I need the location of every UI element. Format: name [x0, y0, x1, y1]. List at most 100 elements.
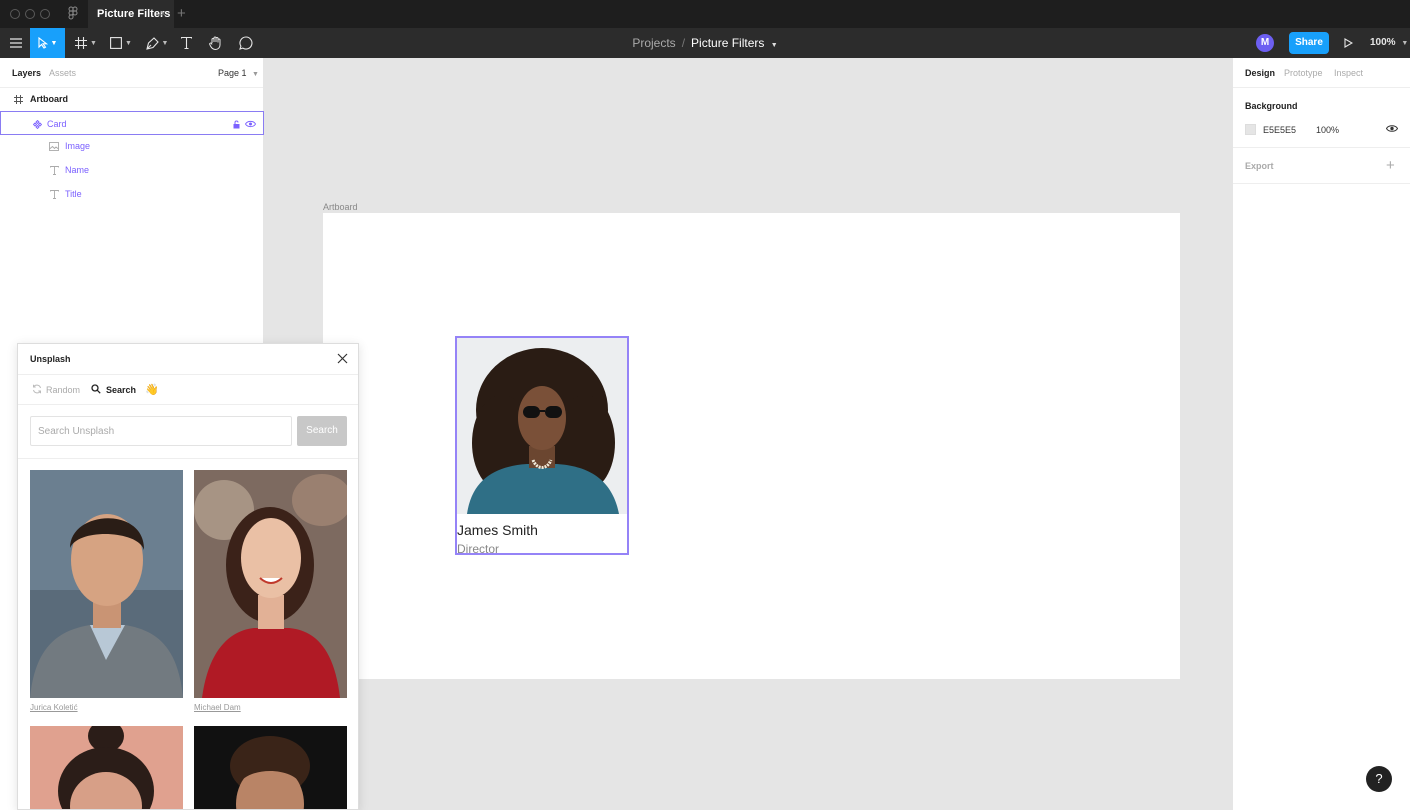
component-icon — [31, 112, 43, 136]
photo-thumbnail[interactable] — [194, 726, 347, 809]
chevron-down-icon[interactable]: ▼ — [771, 42, 778, 49]
share-button[interactable]: Share — [1289, 32, 1329, 54]
plugin-header: Unsplash — [18, 344, 358, 375]
frame-icon — [12, 87, 24, 111]
move-tool-button[interactable]: ▼ — [30, 28, 65, 58]
layers-panel-tabs: Layers Assets Page 1 ▼ — [0, 58, 263, 88]
add-export-button[interactable]: + — [1386, 157, 1395, 174]
layer-title[interactable]: Title — [0, 182, 264, 206]
artboard-label[interactable]: Artboard — [323, 202, 358, 212]
figma-logo-icon[interactable] — [66, 6, 80, 22]
new-tab-button[interactable]: + — [177, 0, 186, 28]
photo-thumbnail[interactable] — [30, 470, 183, 698]
mode-search-label: Search — [106, 385, 137, 395]
waving-hand-icon[interactable]: 👋 — [145, 375, 159, 405]
chevron-down-icon: ▼ — [252, 71, 259, 78]
search-input[interactable] — [30, 416, 292, 446]
properties-tabs: Design Prototype Inspect — [1233, 58, 1410, 88]
background-opacity-value[interactable]: 100% — [1316, 125, 1339, 135]
portrait-photo — [30, 470, 183, 698]
play-icon — [1343, 38, 1353, 48]
eye-icon[interactable] — [1386, 124, 1398, 133]
background-hex-value[interactable]: E5E5E5 — [1263, 125, 1296, 135]
chevron-down-icon: ▼ — [161, 39, 169, 47]
search-button[interactable]: Search — [297, 416, 347, 446]
chevron-down-icon: ▼ — [1401, 40, 1409, 47]
photo-credit-link[interactable]: Jurica Koletić — [30, 703, 78, 712]
zoom-level: 100% — [1370, 37, 1396, 48]
chevron-down-icon: ▼ — [90, 39, 97, 47]
comment-icon — [239, 36, 253, 50]
search-icon — [91, 384, 101, 394]
background-color-swatch[interactable] — [1245, 124, 1256, 135]
background-title: Background — [1245, 101, 1298, 111]
text-icon — [48, 182, 60, 206]
photo-thumbnail[interactable] — [194, 470, 347, 698]
help-button[interactable]: ? — [1366, 766, 1392, 792]
text-tool-button[interactable] — [177, 28, 195, 58]
card-image[interactable] — [457, 338, 627, 514]
close-window-button[interactable] — [10, 9, 20, 19]
title-bar: Picture Filters × + — [0, 0, 1410, 28]
card-title[interactable]: Director — [457, 542, 499, 556]
layer-card[interactable]: Card — [0, 111, 264, 135]
text-icon — [180, 37, 192, 49]
zoom-menu[interactable]: 100% ▼ — [1370, 28, 1408, 59]
tab-layers[interactable]: Layers — [12, 58, 41, 88]
page-selector[interactable]: Page 1 ▼ — [218, 58, 259, 90]
plugin-search-row: Search — [18, 405, 358, 459]
maximize-window-button[interactable] — [40, 9, 50, 19]
breadcrumb-projects[interactable]: Projects — [632, 36, 675, 50]
pen-tool-button[interactable]: ▼ — [143, 28, 171, 58]
layer-label: Artboard — [30, 94, 68, 104]
hand-tool-button[interactable] — [206, 28, 226, 58]
eye-icon[interactable] — [244, 112, 256, 136]
cursor-icon — [37, 37, 48, 49]
present-button[interactable] — [1340, 28, 1356, 58]
mode-random-label: Random — [46, 385, 81, 395]
tab-design[interactable]: Design — [1245, 58, 1275, 88]
layer-label: Title — [65, 189, 82, 199]
card-name[interactable]: James Smith — [457, 522, 538, 538]
main-menu-button[interactable] — [6, 28, 26, 58]
mode-random-tab[interactable]: Random — [32, 375, 80, 405]
tab-assets[interactable]: Assets — [49, 58, 76, 88]
hand-icon — [209, 36, 221, 50]
file-tab[interactable]: Picture Filters × — [88, 0, 174, 28]
image-icon — [48, 134, 60, 158]
layer-label: Card — [47, 119, 67, 129]
export-title: Export — [1245, 161, 1274, 171]
page-name: Page 1 — [218, 68, 247, 78]
lock-icon[interactable] — [230, 112, 242, 136]
close-tab-icon[interactable]: × — [160, 0, 166, 28]
minimize-window-button[interactable] — [25, 9, 35, 19]
layer-name[interactable]: Name — [0, 158, 264, 182]
unsplash-plugin-window: Unsplash Random Search 👋 Search Jurica K… — [17, 343, 359, 810]
card-component[interactable]: James Smith Director — [455, 336, 629, 556]
tab-prototype[interactable]: Prototype — [1284, 58, 1323, 88]
shape-tool-button[interactable]: ▼ — [107, 28, 135, 58]
close-icon[interactable] — [337, 353, 348, 364]
toolbar: Projects / Picture Filters ▼ ▼ ▼ ▼ ▼ M Sha… — [0, 28, 1410, 58]
properties-panel: Design Prototype Inspect Background E5E5… — [1232, 58, 1410, 810]
frame-icon — [75, 37, 88, 49]
photo-thumbnail[interactable] — [30, 726, 183, 809]
layer-image[interactable]: Image — [0, 134, 264, 158]
comment-tool-button[interactable] — [236, 28, 256, 58]
photo-credit-link[interactable]: Michael Dam — [194, 703, 241, 712]
refresh-icon — [33, 384, 41, 394]
mode-search-tab[interactable]: Search — [91, 375, 136, 405]
portrait-photo — [457, 338, 627, 514]
breadcrumb-separator: / — [681, 36, 686, 50]
artboard[interactable] — [323, 213, 1180, 679]
frame-tool-button[interactable]: ▼ — [72, 28, 100, 58]
hamburger-icon — [10, 38, 22, 48]
breadcrumb-file-name[interactable]: Picture Filters — [691, 36, 764, 50]
chevron-down-icon: ▼ — [125, 39, 132, 47]
plugin-mode-tabs: Random Search 👋 — [18, 375, 358, 405]
tab-inspect[interactable]: Inspect — [1334, 58, 1363, 88]
export-section: Export + — [1233, 148, 1410, 184]
user-avatar[interactable]: M — [1256, 34, 1274, 52]
layer-artboard[interactable]: Artboard — [0, 87, 264, 111]
text-icon — [48, 158, 60, 182]
